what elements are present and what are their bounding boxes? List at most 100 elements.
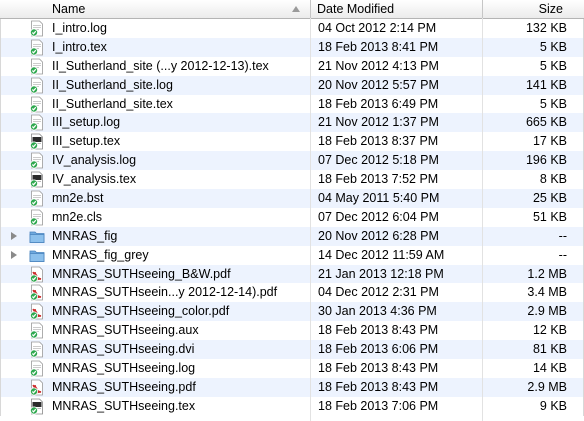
file-size: 14 KB (532, 361, 567, 376)
file-size: 12 KB (532, 323, 567, 338)
file-size: 5 KB (539, 96, 567, 111)
file-size: 3.4 MB (527, 285, 567, 300)
file-row[interactable]: III_setup.log 21 Nov 2012 1:37 PM 665 KB (0, 113, 584, 133)
file-size: 17 KB (532, 134, 567, 149)
sort-ascending-icon[interactable] (292, 6, 300, 12)
file-row[interactable]: IV_analysis.tex 18 Feb 2013 7:52 PM 8 KB (0, 170, 584, 190)
folder-row[interactable]: MNRAS_fig_grey 14 Dec 2012 11:59 AM -- (0, 245, 584, 265)
file-name: MNRAS_SUTHseeing.dvi (52, 342, 195, 357)
text-doc-icon (29, 77, 45, 94)
text-doc-icon (29, 322, 45, 339)
file-size: 81 KB (532, 342, 567, 357)
date-modified: 07 Dec 2012 6:04 PM (318, 209, 439, 224)
disclosure-triangle-icon[interactable] (11, 231, 17, 240)
file-row[interactable]: MNRAS_SUTHseeing_B&W.pdf 21 Jan 2013 12:1… (0, 264, 584, 284)
pdf-icon (29, 379, 45, 396)
file-size: 665 KB (525, 115, 567, 130)
file-row[interactable]: I_intro.log 04 Oct 2012 2:14 PM 132 KB (0, 19, 584, 38)
file-name: II_Sutherland_site.tex (52, 96, 173, 111)
file-size: 1.2 MB (527, 266, 567, 281)
date-modified: 18 Feb 2013 8:37 PM (318, 134, 439, 149)
file-name: mn2e.bst (52, 191, 104, 206)
file-size: 8 KB (539, 172, 567, 187)
file-name: mn2e.cls (52, 209, 103, 224)
text-doc-icon (29, 39, 45, 56)
text-doc-icon (29, 152, 45, 169)
pdf-icon (29, 303, 45, 320)
text-doc-icon (29, 58, 45, 75)
date-modified: 21 Jan 2013 12:18 PM (318, 266, 444, 281)
date-modified: 18 Feb 2013 8:43 PM (318, 379, 439, 394)
column-header-bar: Name Date Modified Size (0, 0, 584, 19)
size-column-header[interactable]: Size (539, 0, 563, 18)
file-row[interactable]: MNRAS_SUTHseein...y 2012-12-14).pdf 04 De… (0, 283, 584, 303)
file-name: II_Sutherland_site (...y 2012-12-13).tex (52, 58, 269, 73)
file-name: IV_analysis.log (52, 153, 137, 168)
file-row[interactable]: MNRAS_SUTHseeing.pdf 18 Feb 2013 8:43 PM 2… (0, 377, 584, 397)
text-doc-icon (29, 360, 45, 377)
date-modified: 04 Oct 2012 2:14 PM (318, 21, 437, 35)
date-modified: 14 Dec 2012 11:59 AM (318, 247, 445, 262)
file-row[interactable]: II_Sutherland_site.tex 18 Feb 2013 6:49 P… (0, 94, 584, 114)
text-doc-icon (29, 341, 45, 358)
file-row[interactable]: MNRAS_SUTHseeing.aux 18 Feb 2013 8:43 PM 1… (0, 321, 584, 341)
file-name: III_setup.log (52, 115, 121, 130)
dark-doc-icon (29, 398, 45, 415)
date-modified: 18 Feb 2013 6:49 PM (318, 96, 439, 111)
folder-icon (29, 228, 45, 245)
file-row[interactable]: MNRAS_SUTHseeing.dvi 18 Feb 2013 6:06 PM 8… (0, 340, 584, 360)
date-modified: 18 Feb 2013 8:43 PM (318, 361, 439, 376)
name-column-header[interactable]: Name (52, 0, 85, 18)
file-name: MNRAS_SUTHseeing.log (52, 361, 196, 376)
disclosure-triangle-icon[interactable] (11, 250, 17, 259)
file-size: 51 KB (532, 209, 567, 224)
file-size: 5 KB (539, 39, 567, 54)
file-size: 5 KB (539, 58, 567, 73)
file-name: MNRAS_fig (52, 228, 118, 243)
date-modified: 04 May 2011 5:40 PM (318, 191, 440, 206)
file-row[interactable]: mn2e.cls 07 Dec 2012 6:04 PM 51 KB (0, 207, 584, 227)
date-modified: 18 Feb 2013 7:06 PM (318, 398, 439, 413)
file-name: III_setup.tex (52, 134, 121, 149)
date-modified: 18 Feb 2013 6:06 PM (318, 342, 439, 357)
file-size: 141 KB (525, 77, 567, 92)
file-row[interactable]: I_intro.tex 18 Feb 2013 8:41 PM 5 KB (0, 37, 584, 57)
folder-icon (29, 247, 45, 264)
file-name: I_intro.tex (52, 39, 107, 54)
date-modified: 20 Nov 2012 5:57 PM (318, 77, 439, 92)
column-divider[interactable] (482, 0, 483, 18)
column-divider[interactable] (310, 0, 311, 18)
file-size: 25 KB (532, 191, 567, 206)
file-name: II_Sutherland_site.log (52, 77, 173, 92)
file-size: 132 KB (525, 21, 567, 35)
file-row[interactable]: mn2e.bst 04 May 2011 5:40 PM 25 KB (0, 189, 584, 208)
date-modified: 21 Nov 2012 1:37 PM (318, 115, 439, 130)
file-name: MNRAS_SUTHseeing.pdf (52, 379, 196, 394)
pdf-icon (29, 284, 45, 301)
file-row[interactable]: II_Sutherland_site (...y 2012-12-13).tex… (0, 56, 584, 76)
file-size: 2.9 MB (527, 379, 567, 394)
date-modified: 18 Feb 2013 7:52 PM (318, 172, 439, 187)
date-modified: 21 Nov 2012 4:13 PM (318, 58, 439, 73)
dark-doc-icon (29, 171, 45, 188)
date-modified: 20 Nov 2012 6:28 PM (318, 228, 439, 243)
file-name: MNRAS_SUTHseein...y 2012-12-14).pdf (52, 285, 278, 300)
file-row[interactable]: III_setup.tex 18 Feb 2013 8:37 PM 17 KB (0, 132, 584, 152)
file-row[interactable]: MNRAS_SUTHseeing.tex 18 Feb 2013 7:06 PM 9… (0, 396, 584, 416)
date-column-header[interactable]: Date Modified (317, 0, 394, 18)
file-size: 196 KB (525, 153, 567, 168)
file-size: -- (558, 228, 567, 243)
folder-row[interactable]: MNRAS_fig 20 Nov 2012 6:28 PM -- (0, 226, 584, 246)
file-row[interactable]: MNRAS_SUTHseeing_color.pdf 30 Jan 2013 4:… (0, 302, 584, 322)
file-name: MNRAS_SUTHseeing.tex (52, 398, 196, 413)
date-modified: 30 Jan 2013 4:36 PM (318, 304, 437, 319)
pdf-icon (29, 266, 45, 283)
file-row[interactable]: IV_analysis.log 07 Dec 2012 5:18 PM 196 KB (0, 151, 584, 171)
file-name: MNRAS_fig_grey (52, 247, 149, 262)
date-modified: 18 Feb 2013 8:41 PM (318, 39, 439, 54)
dark-doc-icon (29, 133, 45, 150)
file-row[interactable]: II_Sutherland_site.log 20 Nov 2012 5:57 P… (0, 75, 584, 95)
file-name: IV_analysis.tex (52, 172, 137, 187)
date-modified: 04 Dec 2012 2:31 PM (318, 285, 439, 300)
file-row[interactable]: MNRAS_SUTHseeing.log 18 Feb 2013 8:43 PM 1… (0, 359, 584, 378)
